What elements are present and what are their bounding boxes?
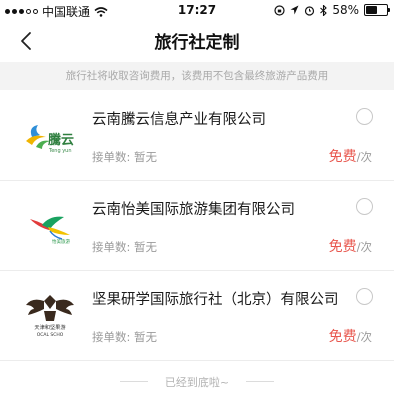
page-title: 旅行社定制 xyxy=(154,33,240,53)
select-radio[interactable] xyxy=(356,288,373,305)
logo-text: 天津和坚果游 xyxy=(34,323,65,331)
tengyun-logo: 騰云 Teng yun xyxy=(20,107,80,163)
status-bar: 中国联通 17:27 58% xyxy=(0,0,394,20)
logo-subtext: Teng yun xyxy=(48,148,72,154)
fee-notice: 旅行社将收取咨询费用，该费用不包含最终旅游产品费用 xyxy=(0,62,394,90)
agency-item[interactable]: 天津和坚果游 OCAL SCHO 坚果研学国际旅行社（北京）有限公司 接单数: … xyxy=(0,271,394,361)
select-radio[interactable] xyxy=(356,198,373,215)
order-count-value: 暂无 xyxy=(134,330,158,344)
select-radio[interactable] xyxy=(356,108,373,125)
logo-text: 騰云 xyxy=(48,132,74,148)
battery-icon xyxy=(364,4,390,16)
jianguo-logo: 天津和坚果游 OCAL SCHO xyxy=(20,287,80,343)
order-count-label: 接单数: xyxy=(92,150,131,164)
price: 免费/次 xyxy=(329,146,372,166)
logo-text: 怡美旅游 xyxy=(52,238,70,245)
price-value: 免费 xyxy=(328,239,357,255)
end-line-right xyxy=(246,381,274,382)
lock-rotation-icon xyxy=(274,4,285,16)
price-value: 免费 xyxy=(328,329,357,345)
bluetooth-icon xyxy=(320,4,328,16)
order-count: 接单数: 暂无 xyxy=(92,149,157,165)
order-count-value: 暂无 xyxy=(134,150,158,164)
yimei-logo: 怡美旅游 xyxy=(20,197,80,253)
nav-bar: 旅行社定制 xyxy=(0,20,394,62)
price: 免费/次 xyxy=(329,236,372,256)
price-value: 免费 xyxy=(328,149,357,165)
order-count-label: 接单数: xyxy=(92,240,131,254)
price-unit: /次 xyxy=(356,330,372,344)
logo-subtext: OCAL SCHO xyxy=(37,332,64,338)
order-count-value: 暂无 xyxy=(134,240,158,254)
alarm-icon xyxy=(305,5,315,16)
location-icon xyxy=(290,5,299,15)
price-unit: /次 xyxy=(356,150,372,164)
status-right: 58% xyxy=(274,3,390,17)
order-count: 接单数: 暂无 xyxy=(92,329,157,345)
order-count-label: 接单数: xyxy=(92,330,131,344)
end-of-list-note: 已经到底啦~ xyxy=(164,376,230,389)
battery-percent: 58% xyxy=(332,3,359,17)
agency-item[interactable]: 怡美旅游 云南怡美国际旅游集团有限公司 接单数: 暂无 免费/次 xyxy=(0,181,394,271)
order-count: 接单数: 暂无 xyxy=(92,239,157,255)
divider xyxy=(0,360,394,361)
agency-item[interactable]: 騰云 Teng yun 云南騰云信息产业有限公司 接单数: 暂无 免费/次 xyxy=(0,91,394,181)
price-unit: /次 xyxy=(356,240,372,254)
battery-fill xyxy=(366,6,377,14)
agency-name: 云南怡美国际旅游集团有限公司 xyxy=(92,202,295,218)
agency-name: 云南騰云信息产业有限公司 xyxy=(92,112,266,128)
price: 免费/次 xyxy=(329,326,372,346)
agency-name: 坚果研学国际旅行社（北京）有限公司 xyxy=(92,292,339,308)
